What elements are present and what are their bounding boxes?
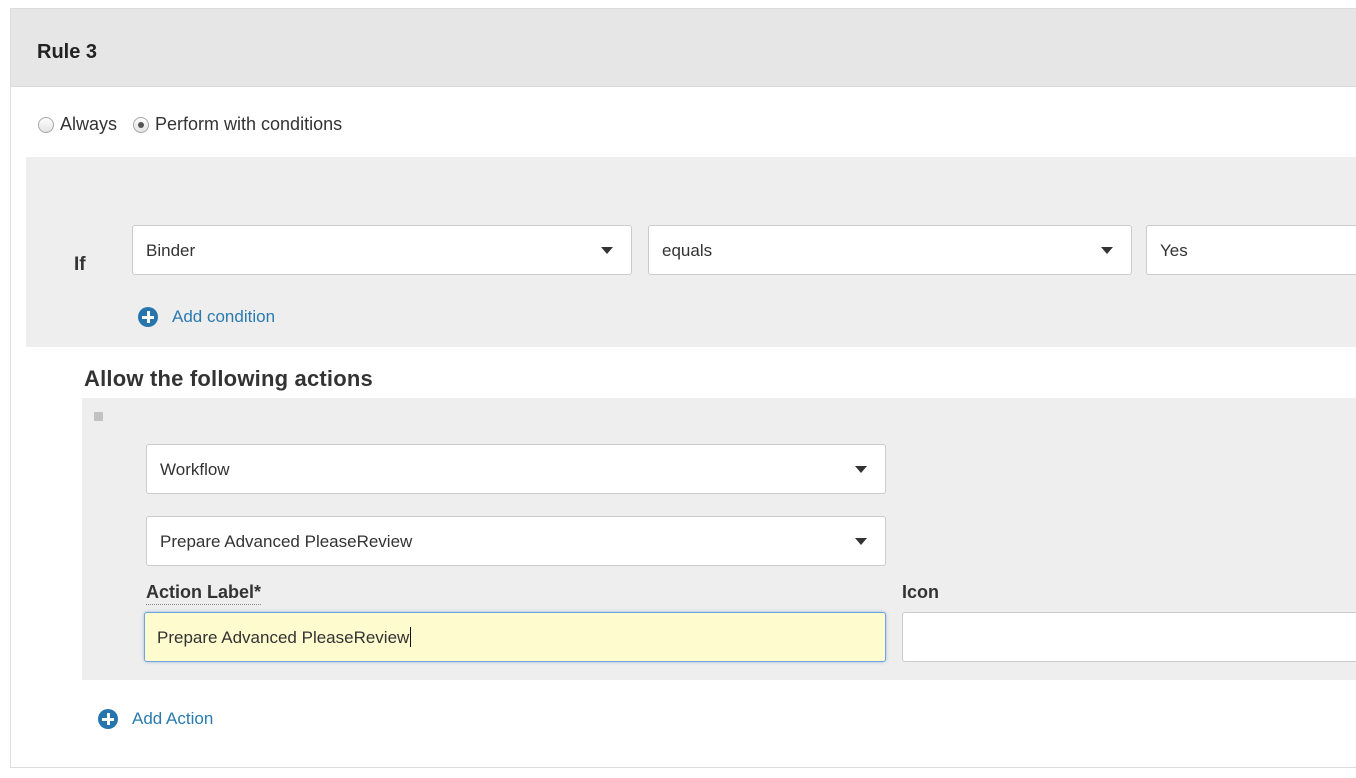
action-drag-handle[interactable] — [94, 412, 103, 421]
action-workflow-value: Prepare Advanced PleaseReview — [160, 532, 413, 551]
icon-input[interactable] — [902, 612, 1356, 662]
condition-value-value: Yes — [1160, 241, 1188, 260]
text-cursor — [410, 627, 412, 647]
action-label-title: Action Label* — [146, 582, 262, 605]
add-condition-label: Add condition — [172, 307, 276, 326]
chevron-down-icon — [855, 538, 867, 545]
condition-field-select[interactable]: Binder — [132, 225, 632, 275]
action-workflow-select[interactable]: Prepare Advanced PleaseReview — [146, 516, 886, 566]
always-radio-label[interactable]: Always — [60, 114, 117, 135]
add-action-label: Add Action — [132, 709, 214, 728]
actions-heading: Allow the following actions — [84, 366, 373, 391]
condition-operator-value: equals — [662, 241, 713, 260]
icon-title: Icon — [902, 582, 940, 602]
add-action-button[interactable]: Add Action — [98, 709, 213, 729]
perform-with-conditions-radio[interactable] — [133, 116, 150, 133]
add-circle-icon — [98, 709, 118, 729]
always-radio[interactable] — [38, 116, 54, 133]
condition-operator-select[interactable]: equals — [648, 225, 1132, 275]
action-label-input[interactable]: Prepare Advanced PleaseReview — [144, 612, 886, 662]
chevron-down-icon — [855, 466, 867, 473]
condition-value-select[interactable]: Yes — [1146, 225, 1356, 275]
rule-title: Rule 3 — [37, 41, 98, 63]
rule-header: Rule 3 — [11, 9, 1356, 87]
add-circle-icon — [138, 307, 158, 327]
chevron-down-icon — [1101, 247, 1113, 254]
action-type-value: Workflow — [160, 460, 230, 479]
if-label: If — [74, 254, 86, 275]
action-section: Workflow Prepare Advanced PleaseReview A… — [82, 398, 1356, 680]
condition-section: If Binder equals Yes Add condition — [26, 157, 1356, 347]
rule-mode-options: Always Perform with conditions — [38, 114, 358, 135]
perform-with-conditions-label[interactable]: Perform with conditions — [155, 114, 342, 135]
add-condition-button[interactable]: Add condition — [138, 307, 275, 327]
action-label-input-value: Prepare Advanced PleaseReview — [157, 628, 410, 647]
action-type-select[interactable]: Workflow — [146, 444, 886, 494]
condition-field-value: Binder — [146, 241, 196, 260]
chevron-down-icon — [601, 247, 613, 254]
